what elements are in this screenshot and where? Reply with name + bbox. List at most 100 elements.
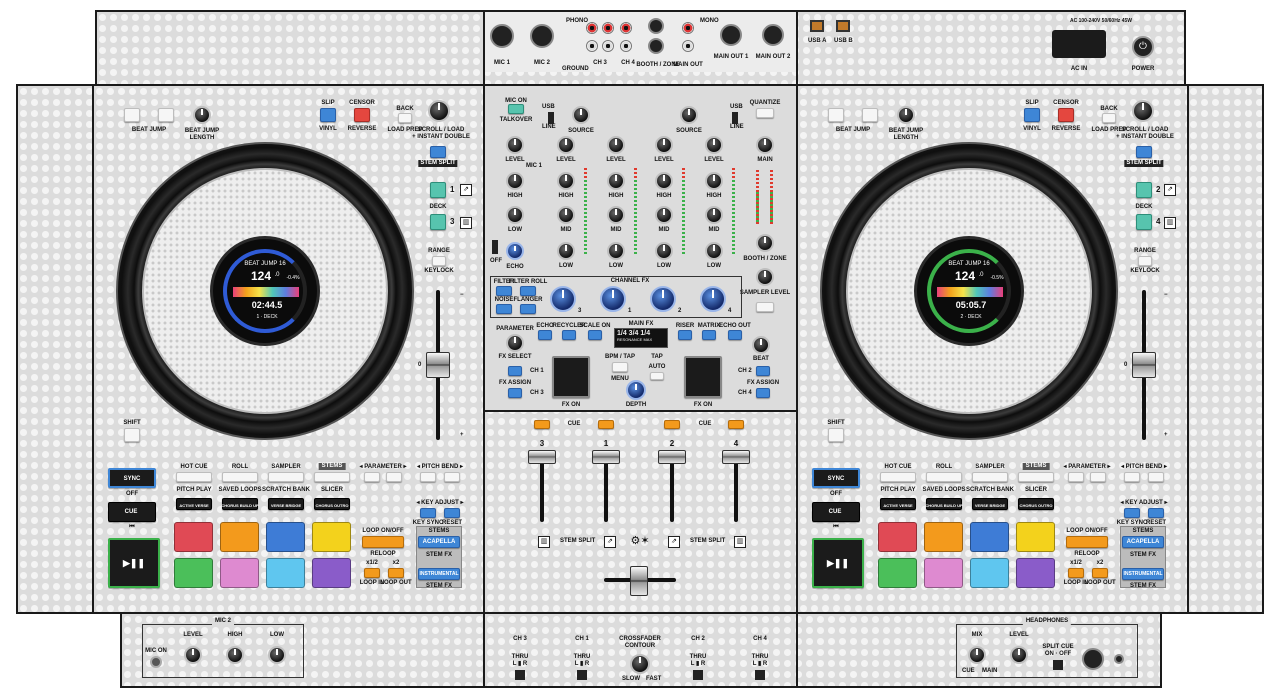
r-play-pause-button[interactable]: ▶❚❚: [812, 538, 864, 588]
stems-button[interactable]: [314, 472, 350, 482]
fx-on-left-button[interactable]: [552, 356, 590, 398]
ch2-gain-knob[interactable]: [655, 136, 673, 154]
ch1-volume-fader[interactable]: [592, 450, 620, 464]
riser-button[interactable]: [678, 330, 692, 340]
ch2-low-knob[interactable]: [655, 242, 673, 260]
shift-button[interactable]: [124, 428, 140, 442]
ch4-gain-knob[interactable]: [705, 136, 723, 154]
left-pad-3[interactable]: [266, 522, 305, 552]
sync-button[interactable]: SYNC: [108, 468, 156, 488]
beat-knob[interactable]: [752, 336, 770, 354]
right-pad-5[interactable]: [878, 558, 917, 588]
headphone-level-knob[interactable]: [1010, 646, 1028, 664]
r-loop-in-button[interactable]: [1068, 568, 1084, 578]
r-hot-cue-button[interactable]: [880, 472, 916, 482]
power-icon[interactable]: ⏻: [1132, 36, 1154, 58]
filter-roll-button[interactable]: [520, 286, 536, 296]
r-beat-jump-length-knob[interactable]: [897, 106, 915, 124]
ch3-rca-left[interactable]: [586, 40, 598, 52]
fx-assign-ch1-button[interactable]: [508, 366, 522, 376]
right-pitch-fader[interactable]: [1132, 352, 1156, 378]
stem-outro-button[interactable]: CHORUS OUTRO: [314, 498, 350, 510]
echo-switch[interactable]: [492, 240, 498, 254]
recycler-button[interactable]: [562, 330, 576, 340]
ch3-low-knob[interactable]: [557, 242, 575, 260]
ch1-mid-knob[interactable]: [607, 206, 625, 224]
censor-button[interactable]: [354, 108, 370, 122]
r-parameter-right-button[interactable]: [1090, 472, 1106, 482]
beat-jump-length-knob[interactable]: [193, 106, 211, 124]
ch1-gain-knob[interactable]: [607, 136, 625, 154]
ch3-rca-left-2[interactable]: [602, 40, 614, 52]
left-pad-4[interactable]: [312, 522, 351, 552]
mic1-xlr-jack[interactable]: [490, 24, 514, 48]
echo-fx-button[interactable]: [538, 330, 552, 340]
mic-on-switch[interactable]: [150, 656, 162, 668]
stem-chorus-button[interactable]: CHORUS BUILD UP: [221, 498, 259, 510]
mic1-low-knob[interactable]: [506, 206, 524, 224]
left-pad-2[interactable]: [220, 522, 259, 552]
right-pad-3[interactable]: [970, 522, 1009, 552]
left-pad-8[interactable]: [312, 558, 351, 588]
right-pad-6[interactable]: [924, 558, 963, 588]
r-stems-button[interactable]: [1018, 472, 1054, 482]
ch1-high-knob[interactable]: [607, 172, 625, 190]
front-ch2-switch[interactable]: [693, 670, 703, 680]
parameter-left-button[interactable]: [364, 472, 380, 482]
beat-jump-back-button[interactable]: [124, 108, 140, 122]
r-beat-jump-back-button[interactable]: [828, 108, 844, 122]
ch4-mid-knob[interactable]: [705, 206, 723, 224]
channel-fx-knob-3[interactable]: [550, 286, 576, 312]
ch3-gain-knob[interactable]: [557, 136, 575, 154]
deck-1-button[interactable]: [430, 182, 446, 198]
booth-jack-2[interactable]: [648, 38, 664, 54]
mic1-high-knob[interactable]: [506, 172, 524, 190]
fx-assign-ch2-button[interactable]: [756, 366, 770, 376]
left-pad-5[interactable]: [174, 558, 213, 588]
source-switch-1[interactable]: [548, 112, 554, 124]
ch2-volume-fader[interactable]: [658, 450, 686, 464]
stem-split-button[interactable]: [430, 146, 446, 158]
r-stem-split-button[interactable]: [1136, 146, 1152, 158]
r-stem-verse-button[interactable]: ACTIVE VERSE: [880, 498, 916, 510]
channel-fx-knob-2[interactable]: [650, 286, 676, 312]
main-xlr-1[interactable]: [720, 24, 742, 46]
r-key-reset-button[interactable]: [1148, 508, 1164, 518]
cue-ch2-button[interactable]: [664, 420, 680, 429]
r-beat-jump-forward-button[interactable]: [862, 108, 878, 122]
r-shift-button[interactable]: [828, 428, 844, 442]
r-deck-2-button[interactable]: [1136, 182, 1152, 198]
right-pad-4[interactable]: [1016, 522, 1055, 552]
instrumental-button[interactable]: INSTRUMENTAL: [418, 568, 460, 580]
right-pad-7[interactable]: [970, 558, 1009, 588]
ch4-rca-right[interactable]: [620, 22, 632, 34]
mic1-gain-knob[interactable]: [506, 136, 524, 154]
scale-on-button[interactable]: [588, 330, 602, 340]
key-sync-button[interactable]: [420, 508, 436, 518]
r-stem-bridge-button[interactable]: VERSE BRIDGE: [972, 498, 1008, 510]
parameter-right-button[interactable]: [386, 472, 402, 482]
mic-echo-knob[interactable]: [506, 242, 524, 260]
ch3-mid-knob[interactable]: [557, 206, 575, 224]
cue-ch1-button[interactable]: [598, 420, 614, 429]
r-sampler-button[interactable]: [972, 472, 1008, 482]
r-key-sync-button[interactable]: [1124, 508, 1140, 518]
main-rca-left[interactable]: [682, 40, 694, 52]
left-pad-1[interactable]: [174, 522, 213, 552]
left-pad-6[interactable]: [220, 558, 259, 588]
pitch-bend-down-button[interactable]: [420, 472, 436, 482]
slip-button[interactable]: [320, 108, 336, 122]
r-stem-outro-button[interactable]: CHORUS OUTRO: [1018, 498, 1054, 510]
loop-onoff-button[interactable]: [362, 536, 404, 548]
fx-assign-ch4-button[interactable]: [756, 388, 770, 398]
auto-button[interactable]: [650, 372, 664, 380]
main-rca-right[interactable]: [682, 22, 694, 34]
roll-button[interactable]: [222, 472, 258, 482]
crossfader-contour-knob[interactable]: [630, 654, 650, 674]
source-knob-2[interactable]: [680, 106, 698, 124]
usb-b-port[interactable]: [836, 20, 850, 32]
pitch-bend-up-button[interactable]: [444, 472, 460, 482]
left-pad-7[interactable]: [266, 558, 305, 588]
loop-out-button[interactable]: [388, 568, 404, 578]
r-back-button[interactable]: [1102, 113, 1116, 123]
